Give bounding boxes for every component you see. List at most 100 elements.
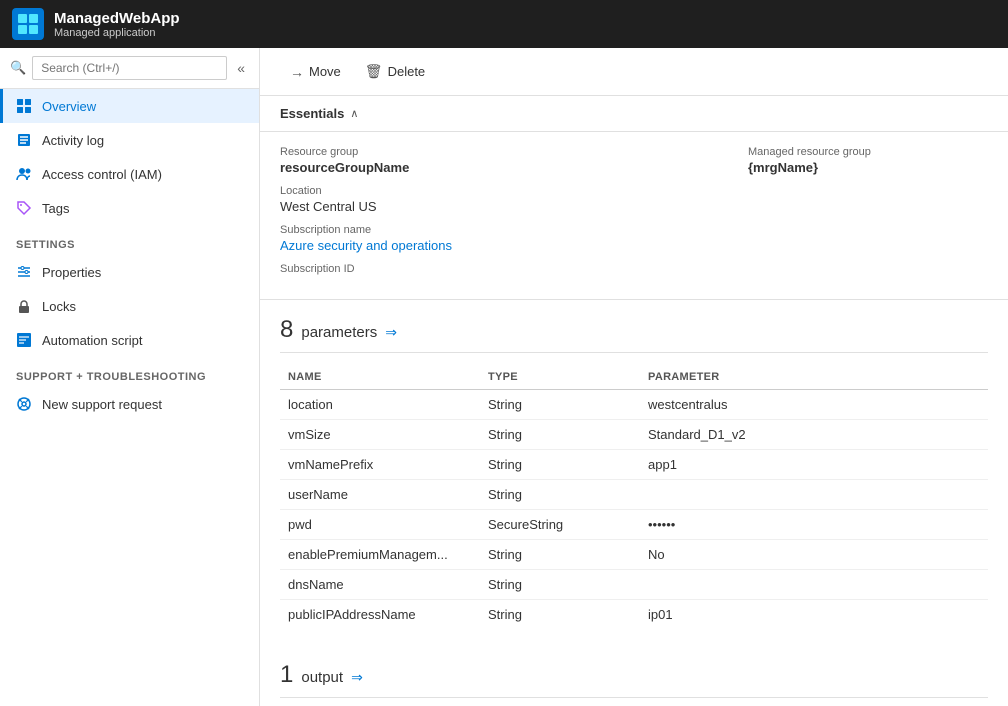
col-header-name: NAME bbox=[280, 365, 480, 390]
grid-icon bbox=[16, 98, 32, 114]
sidebar-item-label: Tags bbox=[42, 201, 69, 216]
resource-group-label: Resource group bbox=[280, 146, 708, 158]
app-title-group: ManagedWebApp Managed application bbox=[54, 10, 180, 39]
app-name: ManagedWebApp bbox=[54, 10, 180, 27]
sidebar-item-tags[interactable]: Tags bbox=[0, 191, 259, 225]
essentials-header: Essentials ∧ bbox=[260, 96, 1008, 132]
sidebar-navigation: Overview Activity log bbox=[0, 89, 259, 706]
resource-group-value: resourceGroupName bbox=[280, 160, 409, 175]
param-value-cell: app1 bbox=[640, 450, 988, 480]
output-section: 1 output ⇒ NAME TYPE OUTPUT applicationE… bbox=[260, 645, 1008, 706]
sidebar-item-new-support[interactable]: New support request bbox=[0, 387, 259, 421]
param-type-cell: String bbox=[480, 420, 640, 450]
param-name-cell: enablePremiumManagem... bbox=[280, 540, 480, 570]
managed-rg-field: Managed resource group {mrgName} bbox=[748, 146, 988, 175]
output-link-icon[interactable]: ⇒ bbox=[351, 669, 363, 686]
essentials-right-col: Managed resource group {mrgName} bbox=[708, 146, 988, 285]
parameters-table-header-row: NAME TYPE PARAMETER bbox=[280, 365, 988, 390]
param-name-cell: location bbox=[280, 390, 480, 420]
parameters-section: 8 parameters ⇒ NAME TYPE PARAMETER locat… bbox=[260, 300, 1008, 645]
resource-group-field: Resource group resourceGroupName bbox=[280, 146, 708, 175]
location-field: Location West Central US bbox=[280, 185, 708, 214]
main-layout: 🔍 « Overview bbox=[0, 48, 1008, 706]
sidebar-item-label: New support request bbox=[42, 397, 162, 412]
managed-rg-label: Managed resource group bbox=[748, 146, 988, 158]
table-row: userName String bbox=[280, 480, 988, 510]
table-row: vmSize String Standard_D1_v2 bbox=[280, 420, 988, 450]
table-row: location String westcentralus bbox=[280, 390, 988, 420]
sidebar-item-activity-log[interactable]: Activity log bbox=[0, 123, 259, 157]
parameters-table: NAME TYPE PARAMETER location String west… bbox=[280, 365, 988, 629]
subscription-name-link[interactable]: Azure security and operations bbox=[280, 238, 452, 253]
param-value-cell: ip01 bbox=[640, 600, 988, 630]
param-type-cell: String bbox=[480, 390, 640, 420]
sidebar-item-label: Activity log bbox=[42, 133, 104, 148]
content-area: → Move 🗑 Delete Essentials ∧ Resource gr… bbox=[260, 48, 1008, 706]
sidebar-item-properties[interactable]: Properties bbox=[0, 255, 259, 289]
sidebar-collapse-button[interactable]: « bbox=[233, 58, 249, 78]
location-label: Location bbox=[280, 185, 708, 197]
sliders-icon bbox=[16, 264, 32, 280]
table-row: dnsName String bbox=[280, 570, 988, 600]
output-heading: 1 output ⇒ bbox=[280, 661, 988, 698]
col-header-type: TYPE bbox=[480, 365, 640, 390]
managed-rg-value: {mrgName} bbox=[748, 160, 818, 175]
param-type-cell: String bbox=[480, 480, 640, 510]
search-input[interactable] bbox=[32, 56, 227, 80]
parameters-link-icon[interactable]: ⇒ bbox=[385, 324, 397, 341]
essentials-left-col: Resource group resourceGroupName Locatio… bbox=[280, 146, 708, 285]
sidebar-item-label: Properties bbox=[42, 265, 101, 280]
sidebar-item-overview[interactable]: Overview bbox=[0, 89, 259, 123]
subscription-name-label: Subscription name bbox=[280, 224, 708, 236]
param-type-cell: String bbox=[480, 540, 640, 570]
sidebar-item-label: Locks bbox=[42, 299, 76, 314]
param-name-cell: vmSize bbox=[280, 420, 480, 450]
param-value-cell: No bbox=[640, 540, 988, 570]
people-icon bbox=[16, 166, 32, 182]
script-icon bbox=[16, 332, 32, 348]
param-value-cell: •••••• bbox=[640, 510, 988, 540]
move-button[interactable]: → Move bbox=[280, 59, 351, 85]
param-name-cell: userName bbox=[280, 480, 480, 510]
sidebar-item-access-control[interactable]: Access control (IAM) bbox=[0, 157, 259, 191]
sidebar-item-label: Overview bbox=[42, 99, 96, 114]
output-count: 1 bbox=[280, 661, 293, 689]
essentials-title: Essentials bbox=[280, 106, 344, 121]
param-type-cell: String bbox=[480, 450, 640, 480]
param-value-cell bbox=[640, 570, 988, 600]
search-icon: 🔍 bbox=[10, 60, 26, 76]
parameters-count: 8 bbox=[280, 316, 293, 344]
col-header-parameter: PARAMETER bbox=[640, 365, 988, 390]
sidebar-search-bar[interactable]: 🔍 « bbox=[0, 48, 259, 89]
table-row: pwd SecureString •••••• bbox=[280, 510, 988, 540]
app-subtitle: Managed application bbox=[54, 27, 180, 39]
subscription-id-field: Subscription ID bbox=[280, 263, 708, 275]
delete-button[interactable]: 🗑 Delete bbox=[355, 58, 435, 85]
essentials-body: Resource group resourceGroupName Locatio… bbox=[260, 132, 1008, 300]
move-icon: → bbox=[290, 64, 304, 80]
parameters-heading: 8 parameters ⇒ bbox=[280, 316, 988, 353]
table-row: publicIPAddressName String ip01 bbox=[280, 600, 988, 630]
output-label: output bbox=[301, 669, 343, 686]
subscription-name-field: Subscription name Azure security and ope… bbox=[280, 224, 708, 253]
sidebar: 🔍 « Overview bbox=[0, 48, 260, 706]
location-value: West Central US bbox=[280, 199, 377, 214]
subscription-id-label: Subscription ID bbox=[280, 263, 708, 275]
param-value-cell: Standard_D1_v2 bbox=[640, 420, 988, 450]
support-section-label: SUPPORT + TROUBLESHOOTING bbox=[0, 357, 259, 387]
param-type-cell: String bbox=[480, 570, 640, 600]
sidebar-item-automation-script[interactable]: Automation script bbox=[0, 323, 259, 357]
delete-icon: 🗑 bbox=[365, 63, 383, 80]
param-type-cell: String bbox=[480, 600, 640, 630]
table-row: vmNamePrefix String app1 bbox=[280, 450, 988, 480]
sidebar-item-locks[interactable]: Locks bbox=[0, 289, 259, 323]
param-value-cell: westcentralus bbox=[640, 390, 988, 420]
param-name-cell: publicIPAddressName bbox=[280, 600, 480, 630]
essentials-chevron-icon[interactable]: ∧ bbox=[350, 107, 358, 120]
parameters-label: parameters bbox=[301, 324, 377, 341]
top-bar: ManagedWebApp Managed application bbox=[0, 0, 1008, 48]
param-value-cell bbox=[640, 480, 988, 510]
param-name-cell: vmNamePrefix bbox=[280, 450, 480, 480]
param-type-cell: SecureString bbox=[480, 510, 640, 540]
sidebar-item-label: Access control (IAM) bbox=[42, 167, 162, 182]
